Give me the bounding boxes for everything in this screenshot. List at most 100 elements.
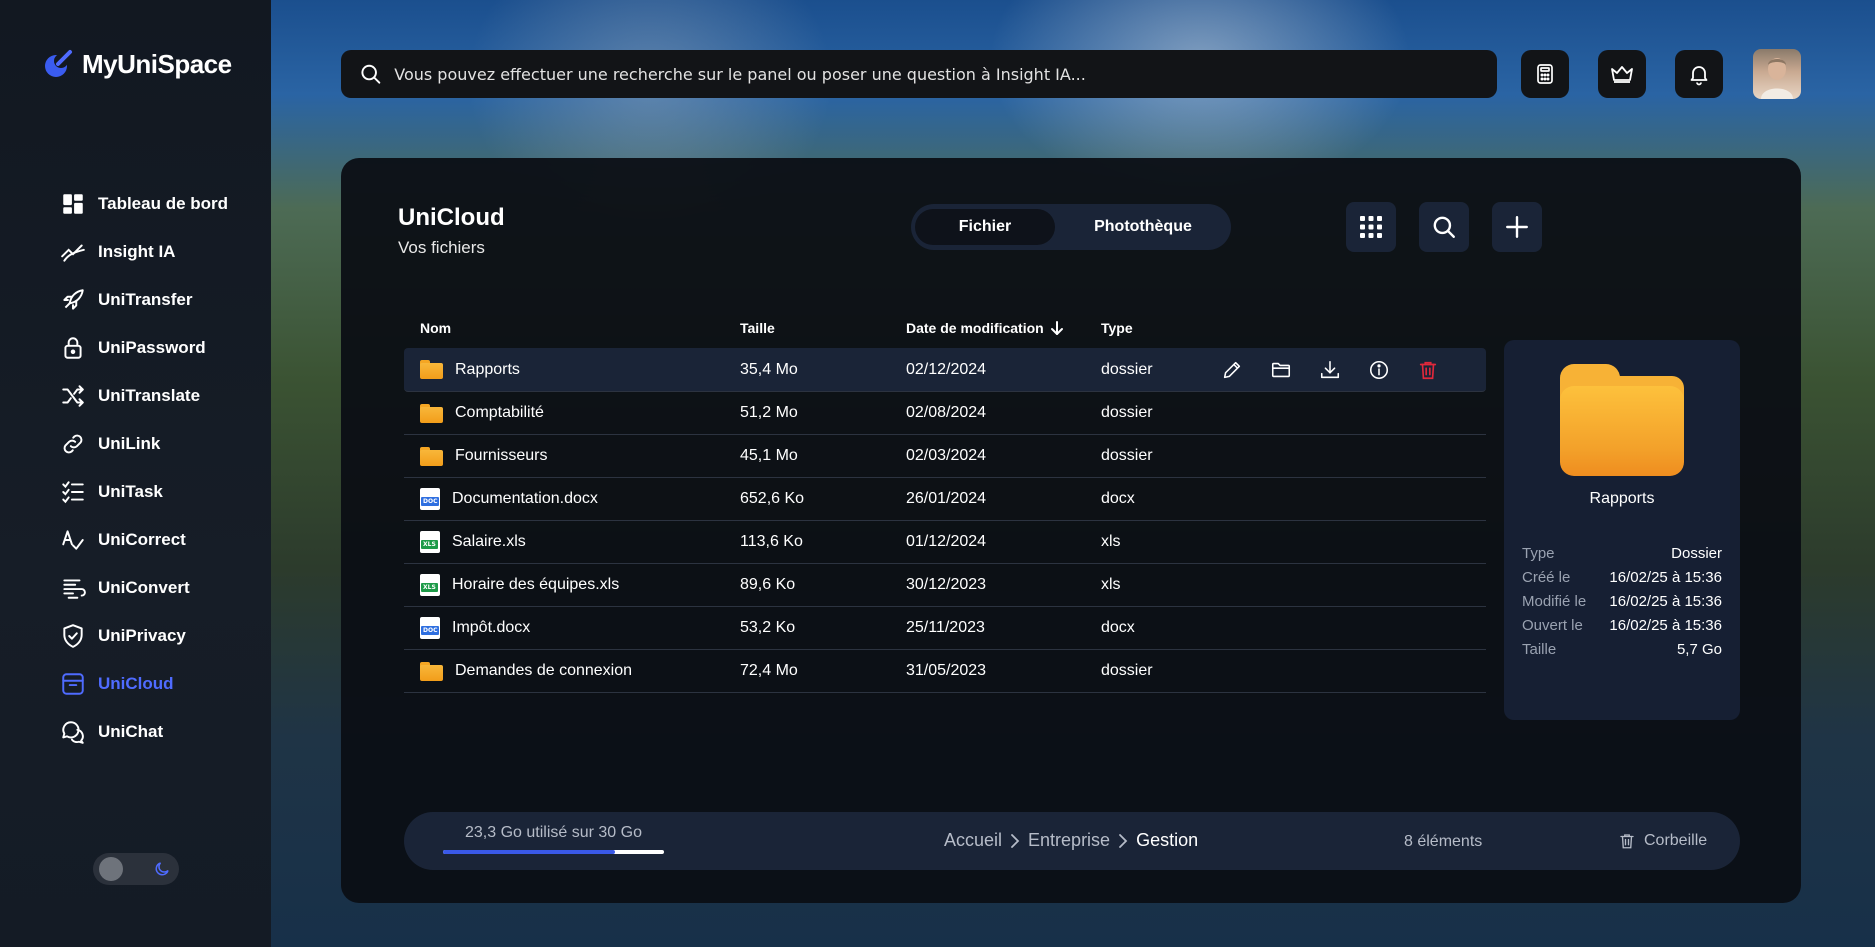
breadcrumb-accueil[interactable]: Accueil — [944, 830, 1002, 851]
sidebar-item-unitask[interactable]: UniTask — [60, 468, 228, 516]
breadcrumb: Accueil Entreprise Gestion — [944, 830, 1198, 851]
shuffle-icon — [62, 385, 84, 407]
table-row[interactable]: Comptabilité 51,2 Mo 02/08/2024 dossier — [404, 392, 1486, 435]
correct-icon — [62, 530, 84, 550]
chat-icon — [62, 721, 84, 744]
search-input[interactable] — [394, 64, 1479, 84]
bell-icon — [1690, 66, 1708, 86]
file-size: 89,6 Ko — [740, 576, 796, 593]
trash-button[interactable]: Corbeille — [1618, 831, 1707, 851]
row-actions — [1221, 359, 1439, 381]
table-row[interactable]: Demandes de connexion 72,4 Mo 31/05/2023… — [404, 650, 1486, 693]
sidebar-item-unichat[interactable]: UniChat — [60, 708, 228, 756]
sidebar-item-unipassword[interactable]: UniPassword — [60, 324, 228, 372]
dashboard-icon — [63, 194, 83, 214]
folder-icon — [420, 403, 443, 423]
sidebar-item-uniprivacy[interactable]: UniPrivacy — [60, 612, 228, 660]
table-row[interactable]: Rapports 35,4 Mo 02/12/2024 dossier — [404, 348, 1486, 392]
file-date: 26/01/2024 — [906, 490, 987, 507]
file-size: 113,6 Ko — [740, 533, 803, 550]
sidebar-item-label: UniTranslate — [98, 386, 201, 405]
logo-icon — [42, 48, 74, 80]
column-nom[interactable]: Nom — [404, 320, 740, 336]
details-card: Rapports Type Dossier Créé le 16/02/25 à 1… — [1504, 340, 1740, 720]
page-title: UniCloud — [398, 204, 505, 231]
logo[interactable]: MyUniSpace — [42, 48, 232, 80]
file-date: 31/05/2023 — [906, 662, 987, 679]
file-size: 45,1 Mo — [740, 447, 798, 464]
sidebar-item-insight-ia[interactable]: Insight IA — [60, 228, 228, 276]
search-files-button[interactable] — [1419, 202, 1469, 252]
trash-label: Corbeille — [1644, 832, 1708, 849]
column-taille[interactable]: Taille — [740, 320, 906, 336]
file-date: 01/12/2024 — [906, 533, 987, 550]
sidebar-item-label: UniLink — [98, 434, 161, 453]
pencil-icon[interactable] — [1221, 359, 1243, 381]
plus-icon — [1506, 216, 1528, 238]
file-name: Impôt.docx — [452, 619, 531, 636]
file-type: dossier — [1101, 447, 1153, 464]
file-name: Salaire.xls — [452, 533, 526, 550]
sidebar-item-unitranslate[interactable]: UniTranslate — [60, 372, 228, 420]
sidebar-item-unilink[interactable]: UniLink — [60, 420, 228, 468]
logo-text: MyUniSpace — [82, 48, 232, 79]
folder-open-icon[interactable] — [1270, 359, 1292, 381]
tab-phototheque[interactable]: Photothèque — [1059, 209, 1227, 245]
download-icon[interactable] — [1319, 359, 1341, 381]
file-type: dossier — [1101, 360, 1153, 378]
file-size: 652,6 Ko — [740, 490, 805, 507]
details-name: Rapports — [1589, 490, 1655, 507]
sidebar-item-label: Tableau de bord — [98, 194, 229, 213]
avatar[interactable] — [1753, 49, 1801, 99]
sidebar-item-label: UniTransfer — [98, 290, 193, 309]
notifications-button[interactable] — [1675, 50, 1723, 98]
column-type[interactable]: Type — [1101, 320, 1221, 336]
table-row[interactable]: XLS Horaire des équipes.xls 89,6 Ko 30/12… — [404, 564, 1486, 607]
breadcrumb-entreprise[interactable]: Entreprise — [1028, 830, 1110, 851]
sort-down-icon — [1050, 321, 1063, 335]
avatar-image — [1761, 58, 1793, 99]
item-count: 8 éléments — [1404, 833, 1483, 850]
file-date: 02/08/2024 — [906, 404, 987, 421]
sidebar-item-label: UniCloud — [98, 674, 174, 693]
details-row-created: Créé le 16/02/25 à 15:36 — [1522, 568, 1722, 586]
search-bar[interactable] — [341, 50, 1497, 98]
table-row[interactable]: Fournisseurs 45,1 Mo 02/03/2024 dossier — [404, 435, 1486, 478]
premium-button[interactable] — [1598, 50, 1646, 98]
xls-file-icon: XLS — [420, 531, 440, 553]
details-row-opened: Ouvert le 16/02/25 à 15:36 — [1522, 616, 1722, 634]
table-row[interactable]: DOC Documentation.docx 652,6 Ko 26/01/202… — [404, 478, 1486, 521]
calculator-button[interactable] — [1521, 50, 1569, 98]
sidebar-item-uniconvert[interactable]: UniConvert — [60, 564, 228, 612]
sidebar-item-unicloud[interactable]: UniCloud — [60, 660, 228, 708]
table-header: Nom Taille Date de modification Type — [404, 308, 1486, 348]
sidebar-item-unicorrect[interactable]: UniCorrect — [60, 516, 228, 564]
table-row[interactable]: XLS Salaire.xls 113,6 Ko 01/12/2024 xls — [404, 521, 1486, 564]
column-date[interactable]: Date de modification — [906, 320, 1101, 336]
table-row[interactable]: DOC Impôt.docx 53,2 Ko 25/11/2023 docx — [404, 607, 1486, 650]
sidebar-item-label: UniConvert — [98, 578, 190, 597]
folder-icon — [420, 661, 443, 681]
sidebar-item-label: UniTask — [98, 482, 163, 501]
sidebar-item-tableau-de-bord[interactable]: Tableau de bord — [60, 180, 228, 228]
toggle-knob — [99, 857, 123, 881]
page-subtitle: Vos fichiers — [398, 238, 485, 257]
shield-icon — [63, 624, 83, 648]
info-icon[interactable] — [1368, 359, 1390, 381]
theme-toggle[interactable] — [93, 853, 179, 885]
grid-view-button[interactable] — [1346, 202, 1396, 252]
add-button[interactable] — [1492, 202, 1542, 252]
folder-icon — [420, 446, 443, 466]
tasklist-icon — [62, 481, 84, 504]
file-type: dossier — [1101, 404, 1153, 421]
folder-icon — [1560, 364, 1684, 476]
sidebar-item-unitransfer[interactable]: UniTransfer — [60, 276, 228, 324]
tab-fichier[interactable]: Fichier — [915, 209, 1055, 245]
trash-icon[interactable] — [1417, 359, 1439, 381]
chevron-right-icon — [1119, 833, 1128, 848]
chevron-right-icon — [1011, 833, 1020, 848]
breadcrumb-gestion: Gestion — [1136, 830, 1199, 850]
sidebar-item-label: UniCorrect — [98, 530, 186, 549]
link-icon — [63, 434, 83, 454]
rocket-icon — [63, 289, 84, 310]
